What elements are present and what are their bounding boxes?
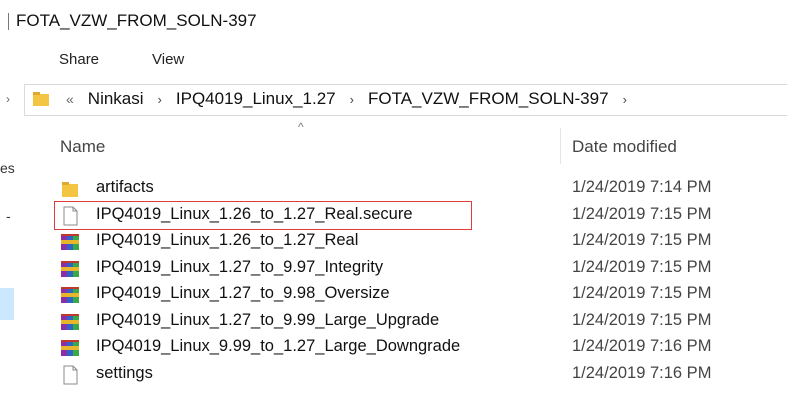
file-icon xyxy=(63,206,78,225)
window-title: FOTA_VZW_FROM_SOLN-397 xyxy=(16,11,257,30)
folder-icon xyxy=(62,182,78,197)
file-name: IPQ4019_Linux_1.26_to_1.27_Real xyxy=(96,231,359,249)
navigation-pane: es - xyxy=(0,120,15,412)
address-bar: › « Ninkasi › IPQ4019_Linux_1.27 › FOTA_… xyxy=(0,84,787,118)
breadcrumb-separator-icon[interactable]: › xyxy=(158,92,162,107)
list-item[interactable]: IPQ4019_Linux_1.27_to_9.98_Oversize 1/24… xyxy=(46,281,787,308)
file-date: 1/24/2019 7:15 PM xyxy=(572,284,712,302)
title-bar-divider xyxy=(8,13,9,30)
breadcrumb-separator-icon[interactable]: › xyxy=(350,92,354,107)
sort-ascending-icon: ^ xyxy=(298,120,304,134)
list-item[interactable]: IPQ4019_Linux_1.26_to_1.27_Real 1/24/201… xyxy=(46,228,787,255)
nav-item-fragment[interactable]: es xyxy=(0,160,15,176)
archive-icon xyxy=(61,340,79,356)
archive-icon xyxy=(61,313,79,330)
file-icon xyxy=(63,365,78,384)
file-date: 1/24/2019 7:16 PM xyxy=(572,363,712,382)
file-explorer-window: FOTA_VZW_FROM_SOLN-397 Share View › « Ni… xyxy=(0,0,787,412)
breadcrumb-ninkasi[interactable]: Ninkasi xyxy=(88,89,144,109)
breadcrumb-ipq4019-linux[interactable]: IPQ4019_Linux_1.27 xyxy=(176,89,336,109)
title-bar: FOTA_VZW_FROM_SOLN-397 xyxy=(0,0,787,40)
file-name: artifacts xyxy=(96,178,154,196)
column-divider[interactable] xyxy=(560,128,561,164)
column-date-modified[interactable]: Date modified xyxy=(572,137,677,157)
list-item[interactable]: settings 1/24/2019 7:16 PM xyxy=(46,361,787,388)
list-item[interactable]: IPQ4019_Linux_1.27_to_9.97_Integrity 1/2… xyxy=(46,255,787,282)
file-list: artifacts 1/24/2019 7:14 PM IPQ4019_Linu… xyxy=(46,175,787,387)
file-name: IPQ4019_Linux_1.27_to_9.98_Oversize xyxy=(96,284,390,302)
column-header: ^ Name Date modified xyxy=(46,120,787,164)
file-name: settings xyxy=(96,363,153,382)
file-name: IPQ4019_Linux_1.27_to_9.99_Large_Upgrade xyxy=(96,310,440,329)
nav-selected-item[interactable] xyxy=(0,288,14,320)
ribbon: Share View xyxy=(0,44,787,78)
tab-share[interactable]: Share xyxy=(59,51,99,68)
file-date: 1/24/2019 7:14 PM xyxy=(572,178,712,196)
archive-icon xyxy=(61,234,79,250)
archive-icon xyxy=(61,260,79,277)
breadcrumb-fota-vzw[interactable]: FOTA_VZW_FROM_SOLN-397 xyxy=(368,89,609,109)
breadcrumb-overflow-button[interactable]: « xyxy=(66,91,74,107)
list-item[interactable]: artifacts 1/24/2019 7:14 PM xyxy=(46,175,787,202)
file-name: IPQ4019_Linux_1.26_to_1.27_Real.secure xyxy=(96,204,413,223)
column-name[interactable]: Name xyxy=(60,137,105,157)
tab-view[interactable]: View xyxy=(152,51,184,68)
breadcrumb: « Ninkasi › IPQ4019_Linux_1.27 › FOTA_VZ… xyxy=(58,89,641,109)
folder-icon xyxy=(33,92,49,106)
file-date: 1/24/2019 7:16 PM xyxy=(572,337,712,355)
list-item[interactable]: IPQ4019_Linux_9.99_to_1.27_Large_Downgra… xyxy=(46,334,787,361)
breadcrumb-separator-icon[interactable]: › xyxy=(623,92,627,107)
nav-item-fragment[interactable]: - xyxy=(6,208,11,224)
list-item[interactable]: IPQ4019_Linux_1.26_to_1.27_Real.secure 1… xyxy=(46,200,787,230)
file-name: IPQ4019_Linux_9.99_to_1.27_Large_Downgra… xyxy=(96,337,461,355)
archive-icon xyxy=(61,287,79,303)
list-item[interactable]: IPQ4019_Linux_1.27_to_9.99_Large_Upgrade… xyxy=(46,308,787,335)
file-date: 1/24/2019 7:15 PM xyxy=(572,310,712,329)
file-date: 1/24/2019 7:15 PM xyxy=(572,231,712,249)
file-date: 1/24/2019 7:15 PM xyxy=(572,204,712,223)
file-name: IPQ4019_Linux_1.27_to_9.97_Integrity xyxy=(96,257,384,276)
expand-chevron-icon[interactable]: › xyxy=(6,92,10,106)
file-date: 1/24/2019 7:15 PM xyxy=(572,257,712,276)
